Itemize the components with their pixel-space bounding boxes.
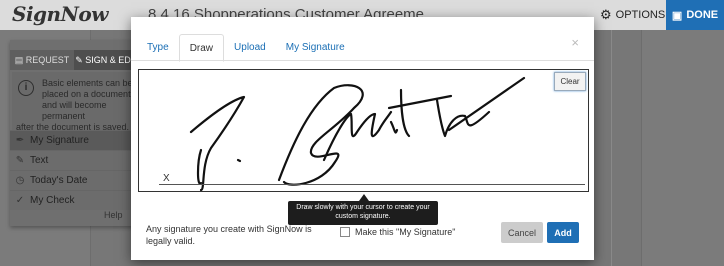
sidebar-item-my-check[interactable]: ✓ My Check — [10, 190, 140, 210]
tab-my-signature[interactable]: My Signature — [276, 34, 355, 60]
drawn-signature — [189, 76, 526, 191]
signature-x-mark: X — [163, 173, 170, 184]
make-my-signature-label: Make this "My Signature" — [355, 227, 456, 237]
info-box: i Basic elements can be placed on a docu… — [12, 72, 138, 136]
tooltip-arrow — [359, 194, 369, 201]
info-text: Basic elements can be placed on a docume… — [42, 78, 133, 121]
pen-nib-icon: ✒ — [15, 135, 25, 146]
signature-draw-area[interactable]: Clear X — [138, 69, 589, 192]
request-icon: ▤ — [14, 54, 26, 65]
sidebar-tabs: ▤ REQUEST ✎ SIGN & EDIT — [10, 50, 140, 70]
sidebar-item-label: Text — [30, 155, 49, 166]
gear-icon: ⚙ — [600, 7, 612, 22]
help-link[interactable]: Help — [104, 210, 123, 220]
make-my-signature-option[interactable]: Make this "My Signature" — [340, 227, 455, 237]
draw-tooltip: Draw slowly with your cursor to create y… — [288, 201, 438, 225]
add-button[interactable]: Add — [547, 222, 579, 243]
done-button[interactable]: ▣ DONE — [666, 0, 724, 30]
save-icon: ▣ — [671, 9, 683, 22]
cancel-button[interactable]: Cancel — [501, 222, 543, 243]
check-icon: ✓ — [15, 195, 25, 206]
sidebar-item-text[interactable]: ✎ Text — [10, 150, 140, 170]
tab-draw[interactable]: Draw — [178, 34, 225, 62]
pencil-icon: ✎ — [75, 54, 86, 65]
pencil-icon: ✎ — [15, 155, 25, 166]
tab-upload[interactable]: Upload — [224, 34, 276, 60]
sidebar-item-label: My Check — [30, 195, 75, 206]
close-icon[interactable]: × — [571, 35, 579, 50]
element-menu: ✒ My Signature ✎ Text ◷ Today's Date ✓ M… — [10, 130, 140, 210]
sidebar-item-label: Today's Date — [30, 175, 88, 186]
clear-button[interactable]: Clear — [554, 72, 586, 91]
signature-modal: × Type Draw Upload My Signature Clear X … — [131, 17, 594, 260]
signature-tabs: Type Draw Upload My Signature — [137, 34, 355, 62]
tab-request-label: REQUEST — [25, 55, 70, 65]
page-edge — [611, 30, 612, 266]
tab-request[interactable]: ▤ REQUEST — [10, 50, 74, 70]
make-my-signature-checkbox[interactable] — [340, 227, 350, 237]
clock-icon: ◷ — [15, 175, 25, 186]
signnow-logo[interactable]: SignNow — [12, 2, 108, 26]
options-button[interactable]: ⚙ OPTIONS — [600, 0, 665, 30]
sidebar-item-todays-date[interactable]: ◷ Today's Date — [10, 170, 140, 190]
options-label: OPTIONS — [615, 9, 666, 21]
sidebar-panel: ▤ REQUEST ✎ SIGN & EDIT i Basic elements… — [10, 40, 140, 226]
done-label: DONE — [686, 9, 719, 21]
info-icon: i — [18, 80, 34, 96]
sidebar-item-my-signature[interactable]: ✒ My Signature — [10, 130, 140, 150]
signature-baseline — [159, 184, 585, 185]
legal-text: Any signature you create with SignNow is… — [146, 224, 312, 246]
tab-type[interactable]: Type — [137, 34, 179, 60]
help-label: Help — [104, 210, 123, 220]
sidebar-item-label: My Signature — [30, 135, 89, 146]
tab-divider — [131, 60, 594, 61]
